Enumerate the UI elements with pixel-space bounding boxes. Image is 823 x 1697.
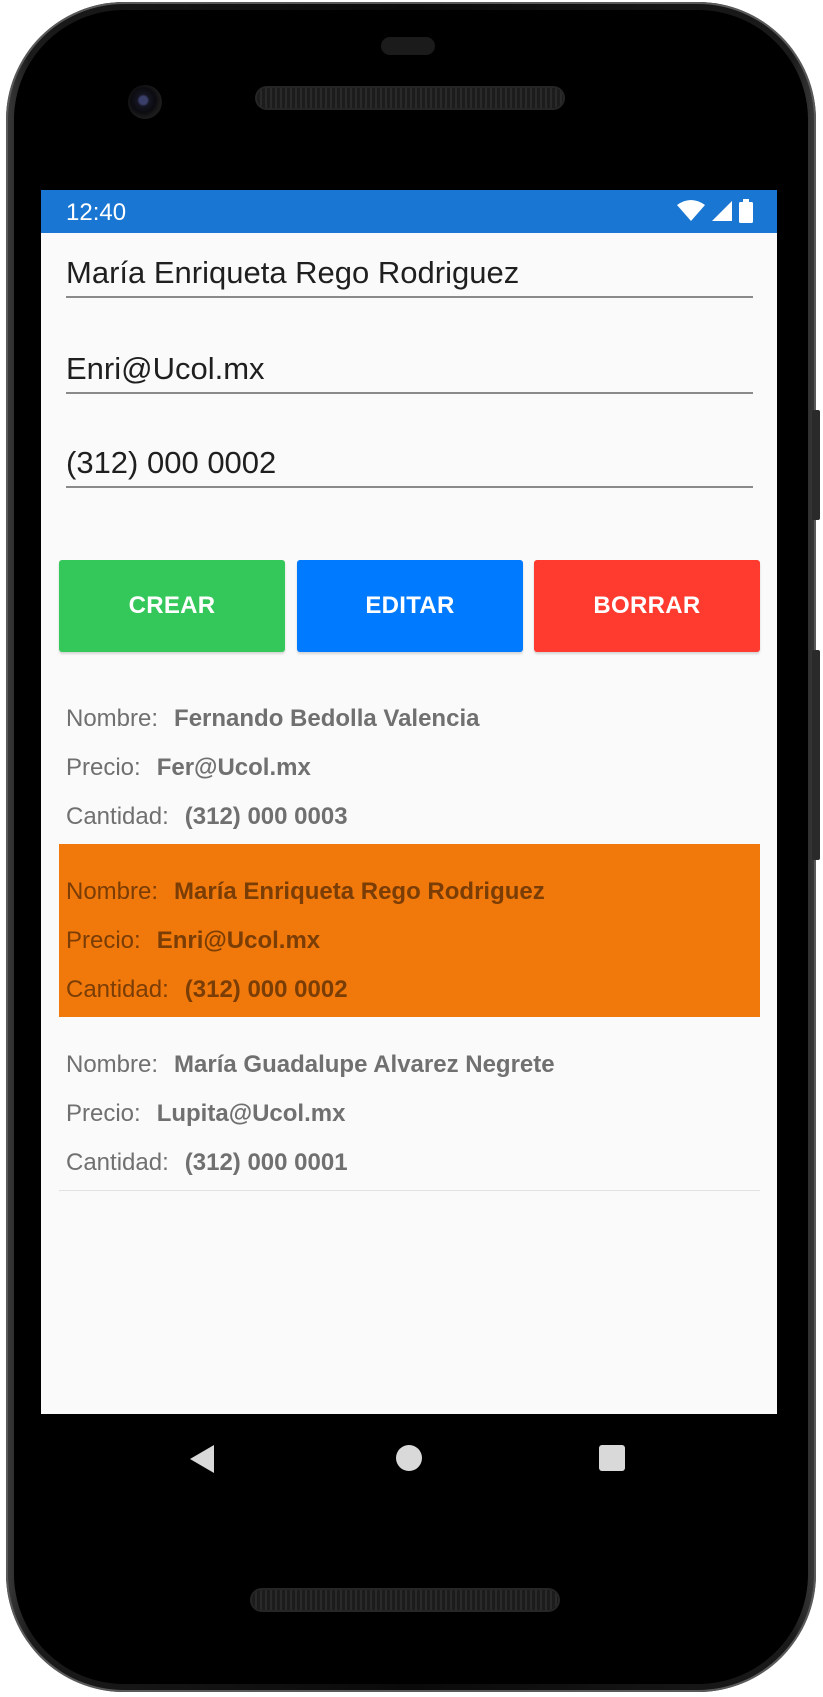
precio-label: Precio: bbox=[66, 1100, 141, 1127]
list-item[interactable]: Nombre: María Guadalupe Alvarez Negrete P… bbox=[59, 1017, 760, 1190]
precio-value: Enri@Ucol.mx bbox=[156, 927, 321, 954]
editar-button[interactable]: EDITAR bbox=[297, 560, 523, 652]
nombre-label: Nombre: bbox=[66, 1051, 159, 1078]
cantidad-row: Cantidad: (312) 000 0003 bbox=[66, 803, 348, 831]
earpiece-speaker bbox=[257, 88, 563, 108]
status-bar: 12:40 bbox=[41, 190, 777, 233]
cantidad-label: Cantidad: bbox=[66, 976, 169, 1003]
precio-row: Precio: Fer@Ucol.mx bbox=[66, 754, 311, 782]
nombre-row: Nombre: María Enriqueta Rego Rodriguez bbox=[66, 878, 545, 906]
borrar-button[interactable]: BORRAR bbox=[534, 560, 760, 652]
precio-value: Fer@Ucol.mx bbox=[156, 754, 311, 781]
power-button bbox=[812, 410, 820, 520]
precio-label: Precio: bbox=[66, 927, 141, 954]
cantidad-label: Cantidad: bbox=[66, 1149, 169, 1176]
cantidad-value: (312) 000 0002 bbox=[184, 976, 348, 1003]
recents-icon[interactable] bbox=[599, 1445, 625, 1471]
front-camera-icon bbox=[128, 85, 162, 119]
name-input[interactable]: María Enriqueta Rego Rodriguez bbox=[66, 250, 753, 298]
back-icon[interactable] bbox=[190, 1445, 214, 1473]
cantidad-row: Cantidad: (312) 000 0002 bbox=[66, 976, 348, 1004]
app-screen: 12:40 María Enriqueta Rego Rodriguez Enr… bbox=[41, 190, 777, 1414]
nombre-label: Nombre: bbox=[66, 705, 159, 732]
nombre-value: Fernando Bedolla Valencia bbox=[174, 705, 480, 732]
nombre-row: Nombre: María Guadalupe Alvarez Negrete bbox=[66, 1051, 555, 1079]
list-item[interactable]: Nombre: Fernando Bedolla Valencia Precio:… bbox=[59, 671, 760, 844]
navigation-bar bbox=[41, 1414, 777, 1504]
bottom-speaker bbox=[252, 1590, 558, 1610]
home-icon[interactable] bbox=[396, 1445, 422, 1471]
nombre-label: Nombre: bbox=[66, 878, 159, 905]
cell-signal-icon bbox=[712, 201, 732, 221]
precio-row: Precio: Enri@Ucol.mx bbox=[66, 927, 320, 955]
list-separator bbox=[59, 1190, 760, 1191]
top-slot bbox=[381, 37, 435, 55]
nombre-row: Nombre: Fernando Bedolla Valencia bbox=[66, 705, 479, 733]
wifi-icon bbox=[677, 200, 705, 221]
nombre-value: María Enriqueta Rego Rodriguez bbox=[174, 878, 545, 905]
contact-list: Nombre: Fernando Bedolla Valencia Precio:… bbox=[59, 671, 760, 1190]
precio-row: Precio: Lupita@Ucol.mx bbox=[66, 1100, 345, 1128]
volume-button bbox=[812, 650, 820, 860]
status-time: 12:40 bbox=[66, 199, 127, 226]
precio-value: Lupita@Ucol.mx bbox=[156, 1100, 346, 1127]
battery-icon bbox=[739, 199, 753, 223]
cantidad-row: Cantidad: (312) 000 0001 bbox=[66, 1149, 348, 1177]
cantidad-label: Cantidad: bbox=[66, 803, 169, 830]
email-input[interactable]: Enri@Ucol.mx bbox=[66, 346, 753, 394]
nombre-value: María Guadalupe Alvarez Negrete bbox=[174, 1051, 555, 1078]
cantidad-value: (312) 000 0001 bbox=[184, 1149, 348, 1176]
phone-input[interactable]: (312) 000 0002 bbox=[66, 440, 753, 488]
cantidad-value: (312) 000 0003 bbox=[184, 803, 348, 830]
crear-button[interactable]: CREAR bbox=[59, 560, 285, 652]
status-icons bbox=[677, 199, 753, 223]
precio-label: Precio: bbox=[66, 754, 141, 781]
list-item-selected[interactable]: Nombre: María Enriqueta Rego Rodriguez Pr… bbox=[59, 844, 760, 1017]
